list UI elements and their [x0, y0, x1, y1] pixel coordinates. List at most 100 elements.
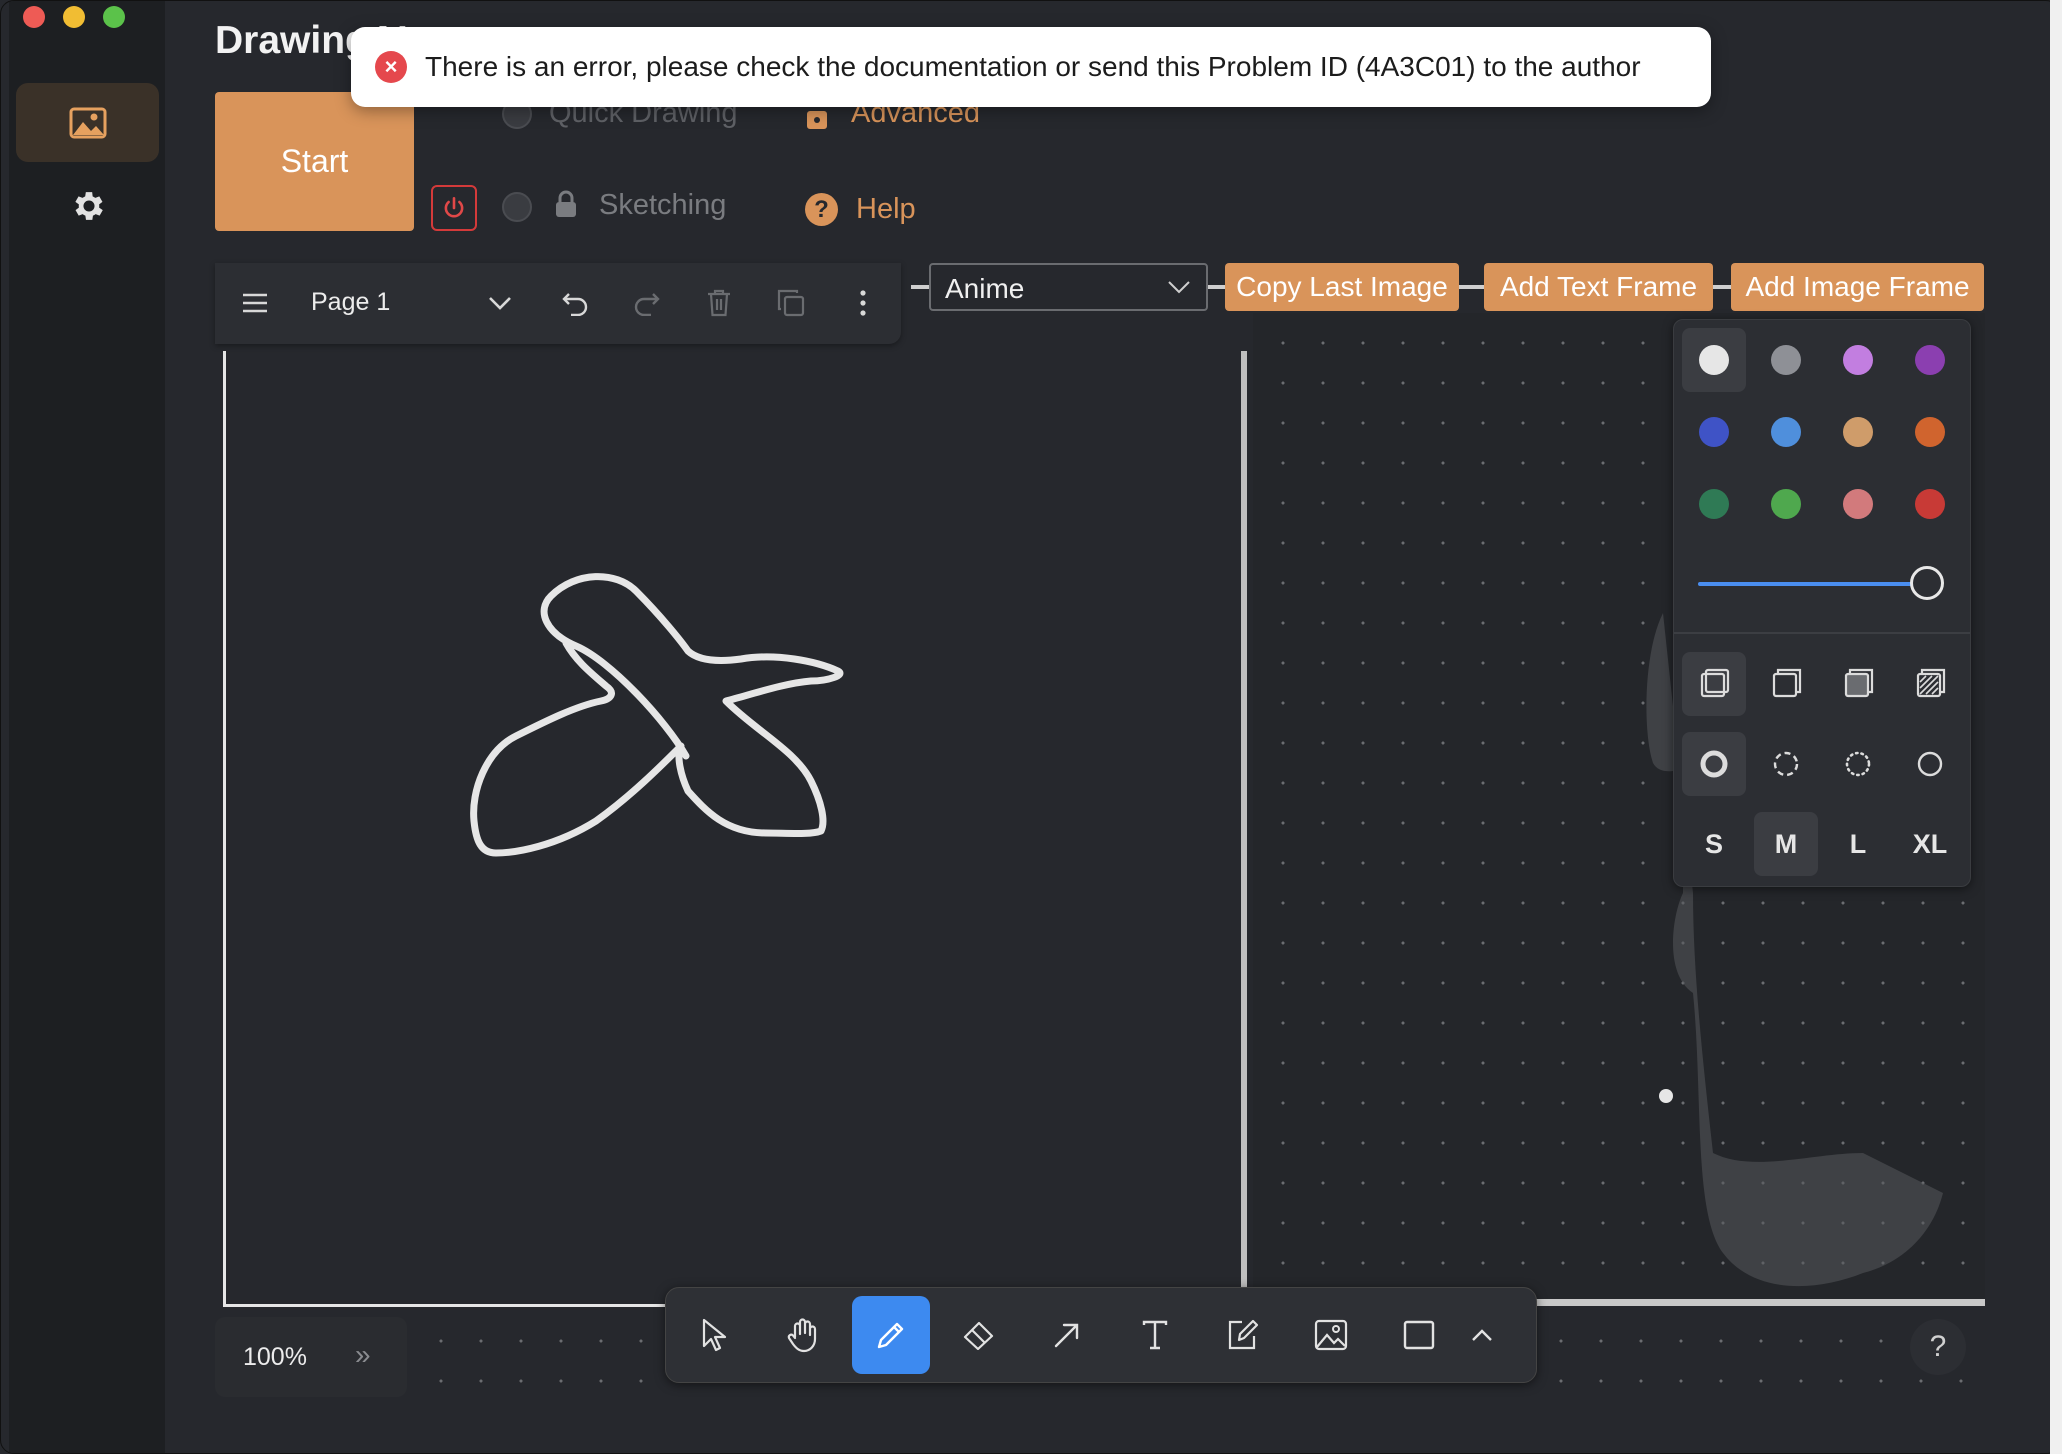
color-swatch-orange[interactable] — [1898, 400, 1962, 464]
zoom-control[interactable]: 100% » — [215, 1317, 407, 1397]
tool-eraser[interactable] — [940, 1296, 1018, 1374]
connector-line — [1208, 285, 1225, 289]
add-text-frame-button[interactable]: Add Text Frame — [1484, 263, 1713, 311]
nav-settings-tab[interactable] — [61, 181, 117, 231]
sketch-stroke — [470, 573, 844, 857]
tool-arrow[interactable] — [1028, 1296, 1106, 1374]
mode-sketch-label: Sketching — [599, 189, 727, 221]
connector-line — [911, 285, 929, 289]
tool-draw[interactable] — [852, 1296, 930, 1374]
size-option-s[interactable]: S — [1682, 812, 1746, 876]
lock-icon — [553, 189, 579, 224]
tool-more[interactable] — [1452, 1296, 1512, 1374]
image-icon — [69, 107, 106, 138]
dash-draw-option[interactable] — [1682, 732, 1746, 796]
help-link[interactable]: Help — [856, 193, 916, 226]
maximize-window-button[interactable] — [103, 6, 125, 28]
color-swatch-purple[interactable] — [1898, 328, 1962, 392]
nav-image-tab[interactable] — [16, 83, 159, 162]
hand-icon — [787, 1318, 817, 1353]
style-select[interactable]: Anime — [929, 263, 1208, 311]
copy-last-image-button[interactable]: Copy Last Image — [1225, 263, 1459, 311]
opacity-slider-thumb[interactable] — [1910, 566, 1944, 600]
start-button[interactable]: Start — [215, 92, 414, 231]
pencil-icon — [877, 1322, 904, 1349]
tool-rectangle[interactable] — [1380, 1296, 1458, 1374]
chevron-down-icon — [1168, 281, 1190, 294]
minimize-window-button[interactable] — [63, 6, 85, 28]
color-swatch-pink[interactable] — [1826, 472, 1890, 536]
dash-dashed-option[interactable] — [1754, 732, 1818, 796]
tool-text[interactable] — [1116, 1296, 1194, 1374]
fill-solid-option[interactable] — [1826, 652, 1890, 716]
duplicate-icon[interactable] — [771, 283, 811, 323]
color-dot — [1699, 417, 1729, 447]
color-swatch-blue[interactable] — [1682, 400, 1746, 464]
dash-solid-icon — [1917, 751, 1943, 777]
help-icon[interactable]: ? — [805, 193, 838, 226]
chevron-down-icon[interactable] — [480, 283, 520, 323]
color-swatch-light-blue[interactable] — [1754, 400, 1818, 464]
undo-icon[interactable] — [555, 283, 595, 323]
dash-solid-option[interactable] — [1898, 732, 1962, 796]
dash-dotted-icon — [1845, 751, 1871, 777]
panel-divider — [1674, 632, 1970, 634]
app-window: DrawingAI Start Quick Drawing Sketching … — [0, 0, 2060, 1454]
color-dot — [1771, 417, 1801, 447]
fill-pattern-option[interactable] — [1898, 652, 1962, 716]
style-panel: S M L XL — [1673, 319, 1971, 887]
close-window-button[interactable] — [23, 6, 45, 28]
eraser-icon — [963, 1321, 994, 1350]
error-icon: × — [375, 51, 407, 83]
zoom-level: 100% — [243, 1343, 307, 1371]
color-dot — [1771, 345, 1801, 375]
style-select-value: Anime — [945, 273, 1025, 304]
color-swatch-green[interactable] — [1682, 472, 1746, 536]
color-swatch-white[interactable] — [1682, 328, 1746, 392]
add-image-frame-button[interactable]: Add Image Frame — [1731, 263, 1984, 311]
cursor-dot — [1659, 1089, 1673, 1103]
zoom-expand-button[interactable]: » — [355, 1339, 371, 1371]
size-option-m[interactable]: M — [1754, 812, 1818, 876]
help-round-button[interactable]: ? — [1910, 1319, 1966, 1375]
page-selector-label[interactable]: Page 1 — [311, 288, 390, 317]
color-dot — [1843, 345, 1873, 375]
tool-hand[interactable] — [764, 1296, 842, 1374]
cursor-icon — [702, 1318, 727, 1352]
edit-note-icon — [1228, 1319, 1259, 1350]
more-options-icon[interactable] — [843, 283, 883, 323]
drawing-canvas[interactable] — [223, 351, 1247, 1307]
tool-image[interactable] — [1292, 1296, 1370, 1374]
color-swatch-tan[interactable] — [1826, 400, 1890, 464]
tool-bar — [665, 1287, 1537, 1383]
size-option-xl[interactable]: XL — [1898, 812, 1962, 876]
fill-semi-option[interactable] — [1754, 652, 1818, 716]
color-swatch-lavender[interactable] — [1826, 328, 1890, 392]
gear-icon — [75, 192, 103, 220]
fill-pattern-icon — [1916, 668, 1946, 698]
color-dot — [1915, 417, 1945, 447]
tool-select[interactable] — [676, 1296, 754, 1374]
power-button[interactable] — [431, 185, 477, 231]
error-toast: × There is an error, please check the do… — [351, 27, 1711, 107]
menu-icon[interactable] — [235, 283, 275, 323]
opacity-slider[interactable] — [1698, 582, 1928, 586]
tool-note[interactable] — [1204, 1296, 1282, 1374]
dash-dotted-option[interactable] — [1826, 732, 1890, 796]
color-dot — [1915, 489, 1945, 519]
dash-dashed-icon — [1773, 751, 1799, 777]
redo-icon[interactable] — [627, 283, 667, 323]
size-option-l[interactable]: L — [1826, 812, 1890, 876]
fill-solid-icon — [1844, 668, 1874, 698]
connector-line — [1713, 285, 1731, 289]
color-swatch-light-green[interactable] — [1754, 472, 1818, 536]
trash-icon[interactable] — [699, 283, 739, 323]
color-dot — [1843, 417, 1873, 447]
background-window-edge — [2050, 0, 2062, 1454]
fill-none-option[interactable] — [1682, 652, 1746, 716]
mode-sketch-radio[interactable] — [502, 192, 532, 222]
color-swatch-red[interactable] — [1898, 472, 1962, 536]
fill-none-icon — [1700, 668, 1730, 698]
color-swatch-gray[interactable] — [1754, 328, 1818, 392]
color-dot — [1915, 345, 1945, 375]
